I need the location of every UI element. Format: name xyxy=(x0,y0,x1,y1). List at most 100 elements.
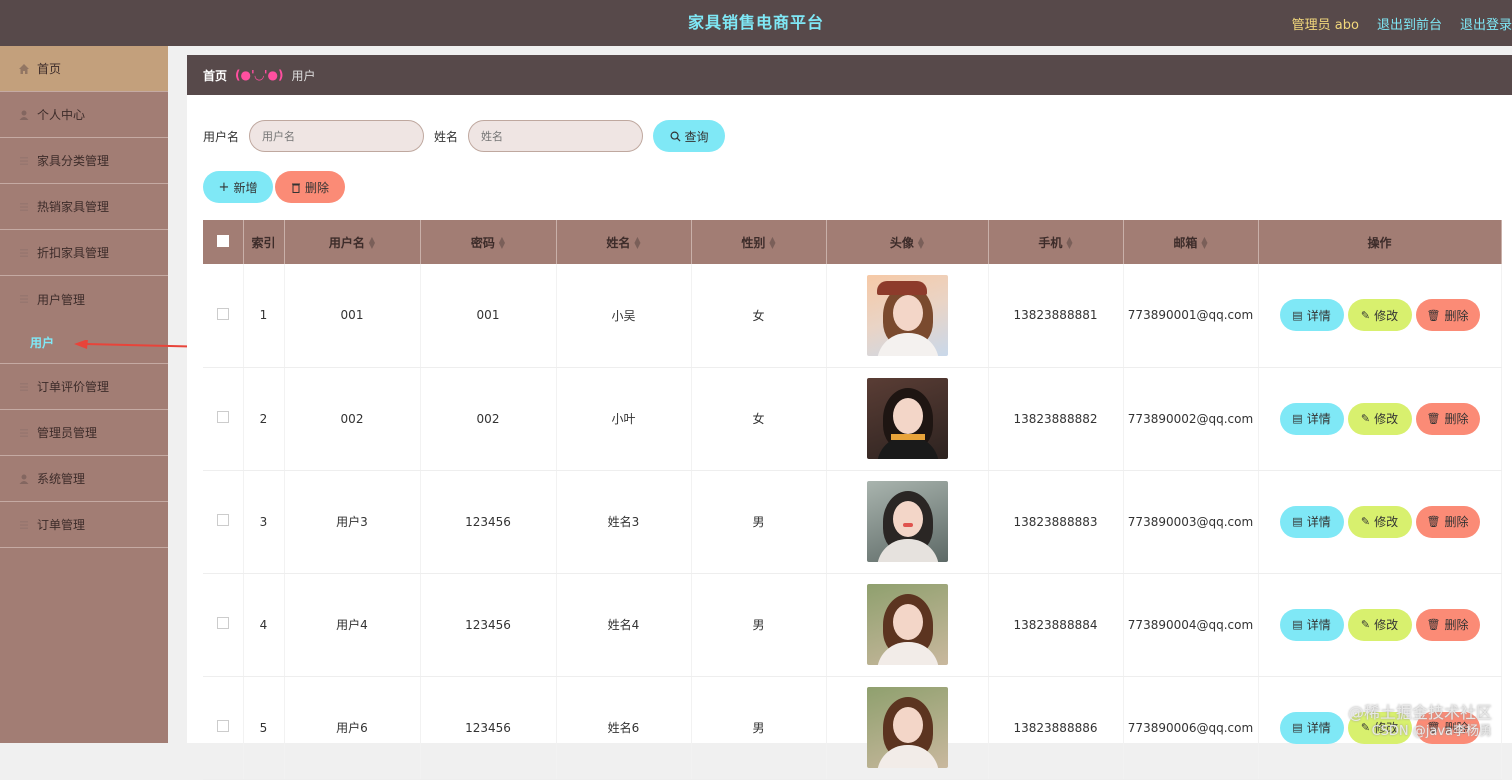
breadcrumb-home[interactable]: 首页 xyxy=(203,67,227,84)
column-header-label: 性别 xyxy=(741,236,765,250)
row-checkbox[interactable] xyxy=(217,720,229,732)
row-checkbox[interactable] xyxy=(217,617,229,629)
sort-icon[interactable]: ▲▼ xyxy=(918,237,924,249)
sidebar-item-admin-management[interactable]: 管理员管理 xyxy=(0,410,168,456)
delete-label: 删除 xyxy=(1444,513,1468,530)
list-icon xyxy=(18,427,30,439)
edit-button[interactable]: ✎修改 xyxy=(1348,299,1412,331)
cell-gender: 男 xyxy=(691,676,826,779)
cell-username: 用户4 xyxy=(284,573,420,676)
cell-index: 2 xyxy=(243,367,284,470)
cell-password: 123456 xyxy=(420,573,556,676)
action-bar: + 新增 删除 xyxy=(203,171,345,203)
batch-delete-button[interactable]: 删除 xyxy=(275,171,345,203)
top-header: 家具销售电商平台 管理员 abo 退出到前台 退出登录 xyxy=(0,0,1512,46)
query-button[interactable]: 查询 xyxy=(653,120,725,152)
cell-username: 002 xyxy=(284,367,420,470)
sidebar-item-system[interactable]: 系统管理 xyxy=(0,456,168,502)
cell-password: 123456 xyxy=(420,470,556,573)
column-header-phone[interactable]: 手机▲▼ xyxy=(988,220,1123,264)
detail-button[interactable]: ▤详情 xyxy=(1280,609,1344,641)
list-icon xyxy=(18,293,30,305)
column-header-email[interactable]: 邮箱 ▲▼ xyxy=(1123,220,1258,264)
breadcrumb-separator: (●'◡'●) xyxy=(235,68,284,82)
detail-button[interactable]: ▤详情 xyxy=(1280,506,1344,538)
sidebar-item-order-review[interactable]: 订单评价管理 xyxy=(0,364,168,410)
row-checkbox[interactable] xyxy=(217,514,229,526)
cell-email: 773890001@qq.com xyxy=(1123,264,1258,367)
sidebar-subitem-user[interactable]: 用户 xyxy=(0,322,168,364)
column-header-operations: 操作 xyxy=(1258,220,1501,264)
sort-icon[interactable]: ▲▼ xyxy=(1066,237,1072,249)
row-checkbox[interactable] xyxy=(217,411,229,423)
detail-button[interactable]: ▤ 详情 xyxy=(1280,403,1344,435)
sort-icon[interactable]: ▲▼ xyxy=(499,237,505,249)
detail-label: 详情 xyxy=(1307,307,1331,324)
sort-icon[interactable]: ▲▼ xyxy=(634,237,640,249)
sort-icon[interactable]: ▲▼ xyxy=(369,237,375,249)
trash-icon xyxy=(291,182,301,193)
row-checkbox[interactable] xyxy=(217,308,229,320)
edit-label: 修改 xyxy=(1374,513,1398,530)
cell-phone: 13823888882 xyxy=(988,367,1123,470)
cell-password: 002 xyxy=(420,367,556,470)
sidebar-item-orders[interactable]: 订单管理 xyxy=(0,502,168,548)
sidebar-item-profile[interactable]: 个人中心 xyxy=(0,92,168,138)
cell-name: 小吴 xyxy=(556,264,691,367)
admin-label: 管理员 abo xyxy=(1292,14,1359,33)
sidebar-item-user-management[interactable]: 用户管理 xyxy=(0,276,168,322)
cell-email: 773890002@qq.com xyxy=(1123,367,1258,470)
document-icon: ▤ xyxy=(1292,309,1302,322)
delete-label: 删除 xyxy=(1444,410,1468,427)
delete-button[interactable]: 🗑删除 xyxy=(1416,403,1480,435)
sidebar-item-hot-furniture[interactable]: 热销家具管理 xyxy=(0,184,168,230)
avatar-image xyxy=(867,687,948,768)
edit-button[interactable]: ✎修改 xyxy=(1348,609,1412,641)
sidebar-item-label: 热销家具管理 xyxy=(37,198,109,215)
list-icon xyxy=(18,247,30,259)
sidebar-item-label: 订单管理 xyxy=(37,516,85,533)
column-header-username[interactable]: 用户名▲▼ xyxy=(284,220,420,264)
column-header-gender[interactable]: 性别 ▲▼ xyxy=(691,220,826,264)
cell-password: 001 xyxy=(420,264,556,367)
logout-link[interactable]: 退出登录 xyxy=(1460,14,1512,33)
sidebar-item-label: 家具分类管理 xyxy=(37,152,109,169)
sort-icon[interactable]: ▲▼ xyxy=(1201,237,1207,249)
sidebar-item-furniture-category[interactable]: 家具分类管理 xyxy=(0,138,168,184)
delete-label: 删除 xyxy=(305,179,329,196)
column-header-avatar[interactable]: 头像▲▼ xyxy=(826,220,988,264)
trash-icon: 🗑 xyxy=(1427,309,1441,322)
detail-label: 详情 xyxy=(1307,616,1331,633)
select-all-checkbox[interactable] xyxy=(217,235,229,247)
delete-button[interactable]: 🗑删除 xyxy=(1416,299,1480,331)
sidebar-item-label: 系统管理 xyxy=(37,470,85,487)
detail-label: 详情 xyxy=(1307,410,1331,427)
list-icon xyxy=(18,381,30,393)
document-icon: ▤ xyxy=(1292,412,1302,425)
detail-button[interactable]: ▤ 详情 xyxy=(1280,299,1344,331)
cell-email: 773890003@qq.com xyxy=(1123,470,1258,573)
column-header-label: 姓名 xyxy=(606,236,630,250)
sidebar-item-home[interactable]: 首页 xyxy=(0,46,168,92)
cell-gender: 女 xyxy=(691,264,826,367)
edit-button[interactable]: ✎修改 xyxy=(1348,403,1412,435)
table-row: 5 用户6 123456 姓名6 男 13823888886 773890006… xyxy=(203,676,1501,779)
select-all-cell[interactable] xyxy=(203,220,243,264)
sidebar-item-discount-furniture[interactable]: 折扣家具管理 xyxy=(0,230,168,276)
delete-button[interactable]: 🗑删除 xyxy=(1416,609,1480,641)
column-header-label: 邮箱 xyxy=(1173,236,1197,250)
username-search-input[interactable] xyxy=(249,120,424,152)
avatar-image xyxy=(867,275,948,356)
delete-button[interactable]: 🗑删除 xyxy=(1416,506,1480,538)
edit-button[interactable]: ✎修改 xyxy=(1348,506,1412,538)
name-search-input[interactable] xyxy=(468,120,643,152)
sidebar-item-label: 订单评价管理 xyxy=(37,378,109,395)
add-button[interactable]: + 新增 xyxy=(203,171,273,203)
sort-icon[interactable]: ▲▼ xyxy=(769,237,775,249)
edit-icon: ✎ xyxy=(1361,618,1370,631)
column-header-name[interactable]: 姓名 ▲▼ xyxy=(556,220,691,264)
detail-button[interactable]: ▤详情 xyxy=(1280,712,1344,744)
back-to-front-link[interactable]: 退出到前台 xyxy=(1377,14,1442,33)
trash-icon: 🗑 xyxy=(1427,515,1441,528)
column-header-password[interactable]: 密码▲▼ xyxy=(420,220,556,264)
